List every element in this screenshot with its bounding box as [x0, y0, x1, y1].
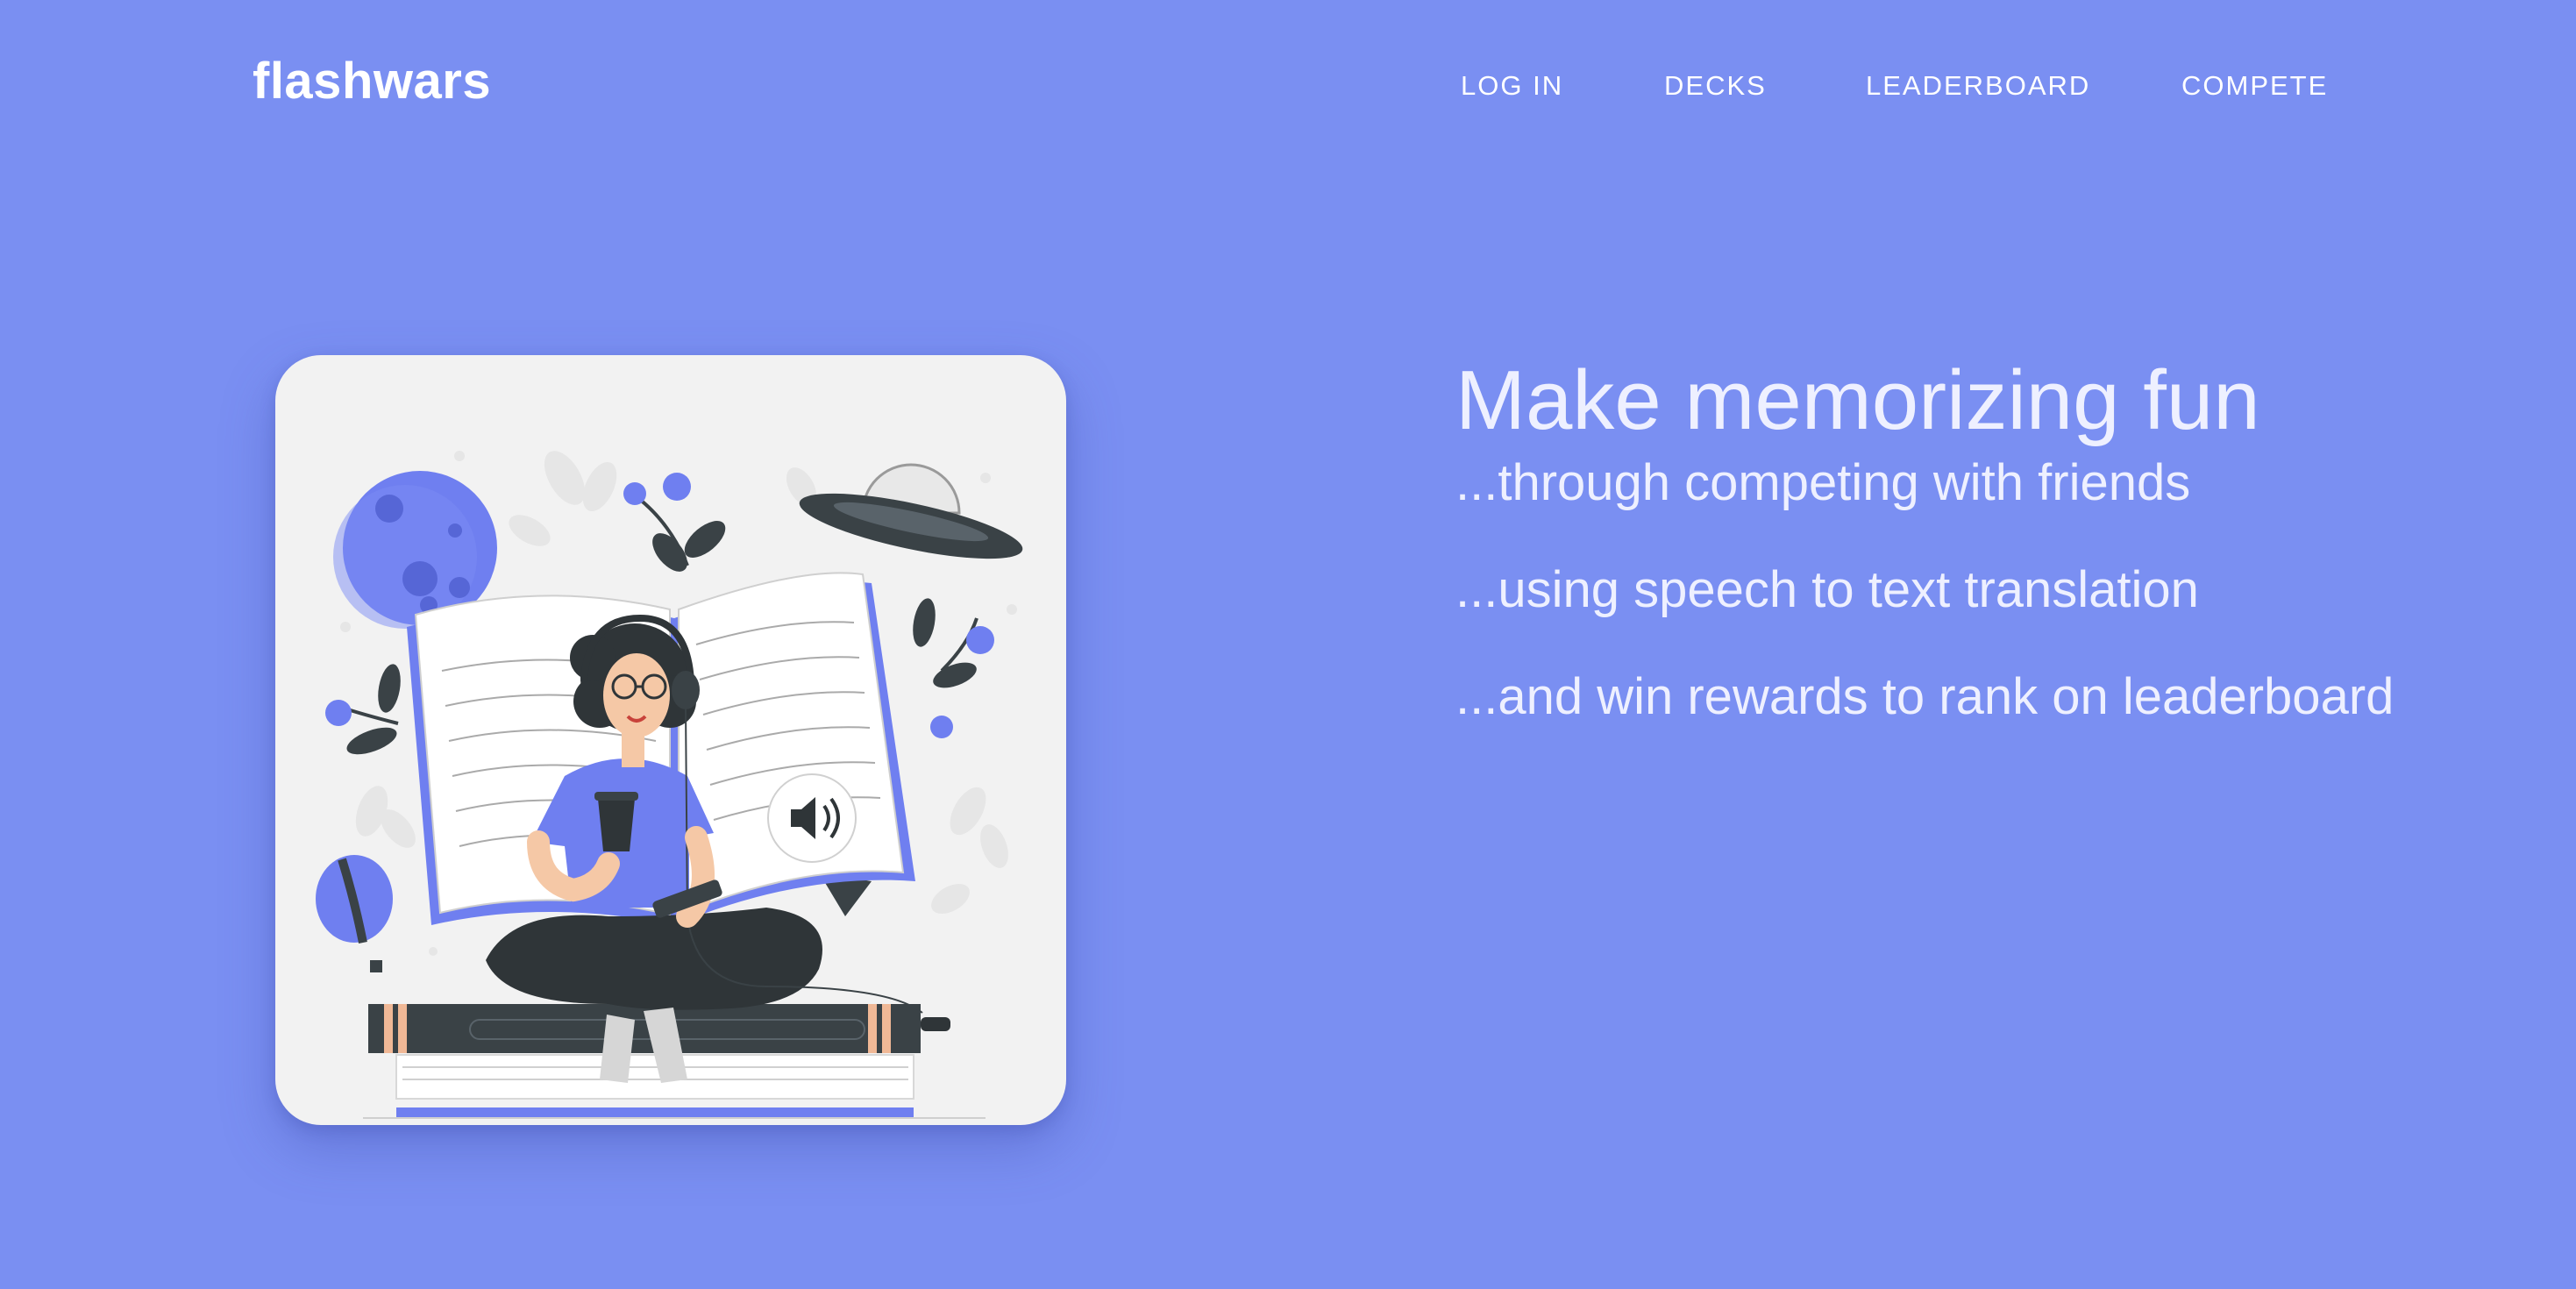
hero-illustration-card — [275, 355, 1066, 1125]
main-nav: LOG IN DECKS LEADERBOARD COMPETE — [0, 68, 2576, 103]
hero-tagline-competing: ...through competing with friends — [1455, 454, 2191, 511]
nav-login-link[interactable]: LOG IN — [1461, 68, 1563, 103]
nav-decks-link[interactable]: DECKS — [1664, 68, 1767, 103]
site-header: flashwars LOG IN DECKS LEADERBOARD COMPE… — [0, 0, 2576, 175]
hot-air-balloon-icon — [316, 855, 393, 972]
nav-compete-link[interactable]: COMPETE — [2181, 68, 2328, 103]
hero-illustration — [316, 451, 1023, 1119]
ufo-icon — [799, 463, 1023, 559]
nav-leaderboard-link[interactable]: LEADERBOARD — [1866, 68, 2090, 103]
speaker-icon — [767, 773, 857, 863]
hero-copy: Make memorizing fun ...through competing… — [1455, 349, 2508, 728]
hero-tagline-rewards: ...and win rewards to rank on leaderboar… — [1455, 668, 2395, 725]
hero-tagline-speech: ...using speech to text translation — [1455, 561, 2199, 618]
hero-headline: Make memorizing fun — [1455, 353, 2260, 447]
